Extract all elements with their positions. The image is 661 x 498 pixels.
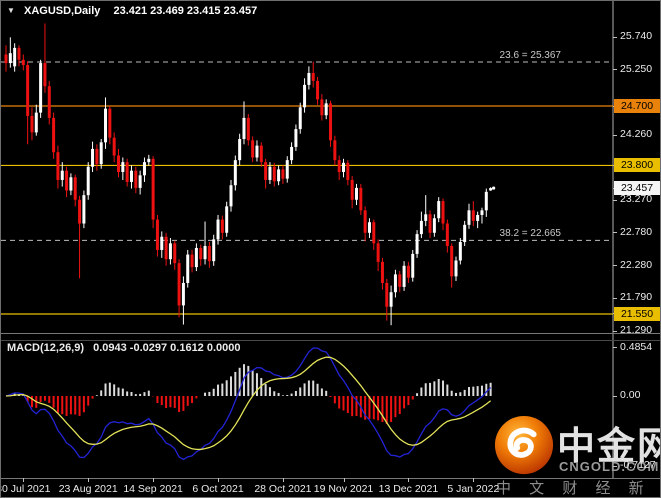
date-tick-label: 5 Jan 2022 [447,483,500,495]
symbol-dropdown-icon[interactable]: ▼ [7,6,15,15]
price-level-badge: 23.800 [614,158,660,173]
price-axis-tick [613,297,617,299]
pane-separator[interactable] [1,333,660,341]
macd-axis: 0.4854 0.00 -0.7127 [613,339,660,478]
price-level-badge: 24.700 [614,99,660,113]
price-tick-label: 25.740 [620,30,653,43]
chart-title-bar: ▼ XAGUSD,Daily 23.421 23.469 23.415 23.4… [7,5,257,17]
price-tick-label: 23.270 [620,193,653,206]
date-tick-label: 23 Aug 2021 [58,483,118,495]
trading-chart-window: ▼ XAGUSD,Daily 23.421 23.469 23.415 23.4… [0,0,661,498]
date-tick-label: 6 Oct 2021 [192,483,244,495]
macd-axis-tick [613,465,617,467]
price-axis-tick [613,134,617,136]
date-tick-label: 14 Sep 2021 [123,483,183,495]
date-axis-tick [343,478,345,482]
chart-canvas[interactable] [1,1,661,498]
price-tick-label: 22.780 [620,225,653,238]
date-tick-label: 13 Dec 2021 [378,483,439,495]
price-axis-tick [613,69,617,71]
date-tick-label: 28 Oct 2021 [254,483,312,495]
price-axis-tick [613,265,617,267]
macd-axis-tick [613,395,617,397]
macd-tick-label: 0.00 [620,389,641,401]
macd-tick-label: 0.4854 [620,340,653,353]
date-axis-tick [408,478,410,482]
price-axis-tick [613,36,617,38]
price-tick-label: 24.260 [620,128,653,141]
price-tick-label: 25.250 [620,62,653,75]
price-tick-label: 22.280 [620,258,653,271]
macd-indicator-label: MACD(12,26,9) 0.0943 -0.0297 0.1612 0.00… [7,342,241,354]
macd-values: 0.0943 -0.0297 0.1612 0.0000 [93,342,241,354]
date-axis-tick [23,478,25,482]
date-axis-tick [218,478,220,482]
date-axis[interactable]: 30 Jul 2021 23 Aug 2021 14 Sep 2021 6 Oct 2… [0,478,660,497]
symbol-period-label: XAGUSD,Daily [23,5,101,17]
date-axis-tick [153,478,155,482]
ohlc-values: 23.421 23.469 23.415 23.457 [113,5,258,17]
date-axis-tick [473,478,475,482]
price-level-badge: 21.550 [614,306,660,321]
date-axis-tick [88,478,90,482]
price-axis-tick [613,232,617,234]
macd-name: MACD(12,26,9) [7,342,85,354]
macd-tick-label: -0.7127 [620,459,656,472]
macd-axis-tick [613,347,617,349]
date-tick-label: 30 Jul 2021 [0,483,51,495]
price-axis-tick [613,330,617,332]
price-axis-tick [613,199,617,201]
price-tick-label: 21.790 [620,291,653,304]
date-axis-tick [282,478,284,482]
date-tick-label: 19 Nov 2021 [313,483,374,495]
